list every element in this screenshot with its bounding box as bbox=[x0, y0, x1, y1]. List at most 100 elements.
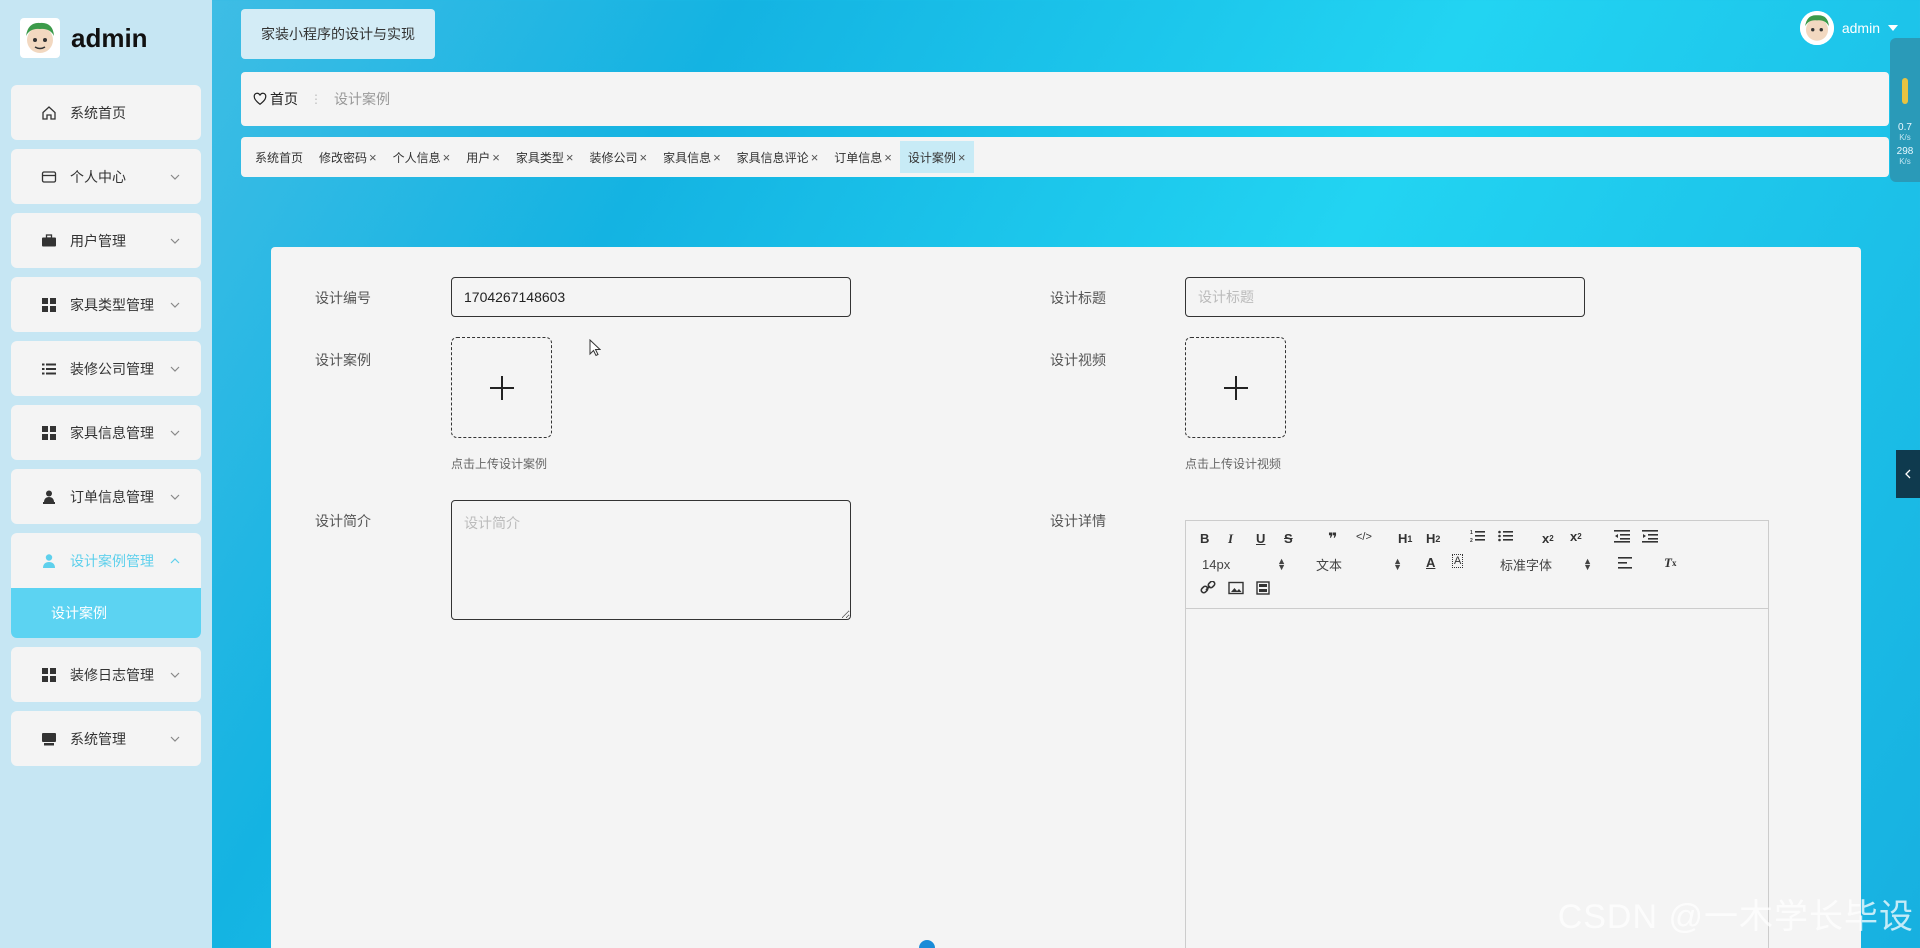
strike-button[interactable]: S bbox=[1284, 531, 1293, 546]
close-icon[interactable]: × bbox=[958, 150, 966, 165]
tag-furniture-type[interactable]: 家具类型 × bbox=[508, 141, 582, 173]
ordered-list-icon[interactable]: 12 bbox=[1470, 529, 1486, 543]
video-upload-tip: 点击上传设计视频 bbox=[1185, 457, 1282, 471]
sidebar-item-system[interactable]: 系统管理 bbox=[11, 711, 201, 766]
indent-icon[interactable] bbox=[1642, 529, 1658, 543]
sidebar-item-design-cases[interactable]: 设计案例管理 bbox=[11, 533, 201, 588]
sidebar-item-profile[interactable]: 个人中心 bbox=[11, 149, 201, 204]
h2-button[interactable]: H2 bbox=[1426, 531, 1440, 546]
sidebar-item-company[interactable]: 装修公司管理 bbox=[11, 341, 201, 396]
sidebar-item-users[interactable]: 用户管理 bbox=[11, 213, 201, 268]
italic-button[interactable]: I bbox=[1228, 531, 1233, 547]
outdent-icon[interactable] bbox=[1614, 529, 1630, 543]
link-icon[interactable] bbox=[1200, 581, 1216, 595]
editor-toolbar: B I U S ❞ </> H1 H2 12 x2 x2 14px ▲ ▼ 文本… bbox=[1186, 521, 1768, 609]
font-size-select[interactable]: 14px ▲ ▼ bbox=[1202, 555, 1286, 573]
video-upload-button[interactable] bbox=[1185, 337, 1286, 438]
tag-home[interactable]: 系统首页 bbox=[247, 141, 311, 173]
h1-button[interactable]: H1 bbox=[1398, 531, 1412, 546]
person-icon bbox=[41, 553, 57, 569]
header-select[interactable]: 文本 ▲ ▼ bbox=[1316, 555, 1402, 573]
underline-button[interactable]: U bbox=[1256, 531, 1265, 546]
sidebar-item-label: 系统首页 bbox=[70, 104, 126, 121]
sidebar-item-furniture-info[interactable]: 家具信息管理 bbox=[11, 405, 201, 460]
close-icon[interactable]: × bbox=[492, 150, 500, 165]
sidebar-item-label: 设计案例管理 bbox=[70, 552, 154, 569]
sidebar-item-orders[interactable]: 订单信息管理 bbox=[11, 469, 201, 524]
collapse-panel-button[interactable] bbox=[1896, 450, 1920, 498]
breadcrumb-home[interactable]: 首页 bbox=[253, 89, 298, 109]
breadcrumb-home-label: 首页 bbox=[270, 91, 298, 107]
sidebar-item-label: 装修日志管理 bbox=[70, 666, 154, 683]
sidebar-item-label: 家具信息管理 bbox=[70, 424, 154, 441]
sidebar-item-label: 家具类型管理 bbox=[70, 296, 154, 313]
chevron-down-icon bbox=[170, 672, 180, 678]
tag-orders[interactable]: 订单信息 × bbox=[826, 141, 900, 173]
tag-personal-info[interactable]: 个人信息 × bbox=[385, 141, 459, 173]
sidebar-menu: 系统首页 个人中心 用户管理 家具类型管理 装修公司管理 家具信息管理 订单信息… bbox=[11, 85, 201, 775]
home-icon bbox=[41, 105, 57, 121]
title-input[interactable] bbox=[1185, 277, 1585, 317]
tag-change-password[interactable]: 修改密码 × bbox=[311, 141, 385, 173]
tag-label: 用户 bbox=[466, 150, 491, 165]
sidebar-item-label: 个人中心 bbox=[70, 168, 126, 185]
close-icon[interactable]: × bbox=[369, 150, 377, 165]
user-stand-icon bbox=[41, 489, 57, 505]
close-icon[interactable]: × bbox=[713, 150, 721, 165]
grid-icon bbox=[41, 425, 57, 441]
close-icon[interactable]: × bbox=[811, 150, 819, 165]
sidebar-item-home[interactable]: 系统首页 bbox=[11, 85, 201, 140]
close-icon[interactable]: × bbox=[566, 150, 574, 165]
tag-furniture-info[interactable]: 家具信息 × bbox=[655, 141, 729, 173]
clear-format-button[interactable]: Tx bbox=[1664, 555, 1676, 571]
intro-textarea[interactable] bbox=[451, 500, 851, 620]
breadcrumb-separator: ⋮ bbox=[310, 92, 322, 106]
font-size-value: 14px bbox=[1202, 556, 1231, 572]
background-color-button[interactable]: A bbox=[1452, 554, 1464, 568]
code-icon[interactable]: </> bbox=[1356, 531, 1372, 543]
video-icon[interactable] bbox=[1256, 581, 1270, 595]
tag-label: 个人信息 bbox=[392, 150, 441, 165]
tag-user[interactable]: 用户 × bbox=[458, 141, 508, 173]
sidebar-item-furniture-type[interactable]: 家具类型管理 bbox=[11, 277, 201, 332]
tag-company[interactable]: 装修公司 × bbox=[581, 141, 655, 173]
case-upload-button[interactable] bbox=[451, 337, 552, 438]
image-icon[interactable] bbox=[1228, 581, 1244, 595]
superscript-button[interactable]: x2 bbox=[1570, 529, 1582, 544]
user-menu[interactable]: admin bbox=[1799, 11, 1898, 45]
font-family-select[interactable]: 标准字体 ▲ ▼ bbox=[1500, 555, 1592, 573]
tag-label: 设计案例 bbox=[907, 150, 956, 165]
font-color-button[interactable]: A bbox=[1426, 555, 1435, 570]
breadcrumb: 首页 ⋮ 设计案例 bbox=[241, 72, 1889, 126]
close-icon[interactable]: × bbox=[639, 150, 647, 165]
tag-label: 家具类型 bbox=[515, 150, 564, 165]
svg-text:1: 1 bbox=[1470, 530, 1473, 536]
bold-button[interactable]: B bbox=[1200, 531, 1209, 546]
bullet-list-icon[interactable] bbox=[1498, 529, 1514, 543]
align-left-icon[interactable] bbox=[1618, 556, 1634, 570]
tag-label: 订单信息 bbox=[834, 150, 883, 165]
chevron-down-icon bbox=[170, 736, 180, 742]
network-speed-widget: 0.7 K/s 298 K/s bbox=[1890, 38, 1920, 182]
chevron-down-icon bbox=[170, 238, 180, 244]
speed-bar bbox=[1902, 78, 1908, 104]
detail-label: 设计详情 bbox=[1050, 513, 1106, 529]
close-icon[interactable]: × bbox=[884, 150, 892, 165]
quote-icon[interactable]: ❞ bbox=[1328, 529, 1337, 549]
sidebar-item-logs[interactable]: 装修日志管理 bbox=[11, 647, 201, 702]
close-icon[interactable]: × bbox=[443, 150, 451, 165]
subscript-button[interactable]: x2 bbox=[1542, 531, 1554, 546]
user-name: admin bbox=[1841, 20, 1880, 36]
form-card: 设计编号 设计标题 设计案例 点击上传设计案例 设计视频 点击上传设计视频 设计… bbox=[271, 247, 1861, 948]
submenu-item-design-case[interactable]: 设计案例 bbox=[11, 588, 201, 638]
tag-design-case[interactable]: 设计案例 × bbox=[899, 141, 974, 173]
tag-furniture-comment[interactable]: 家具信息评论 × bbox=[729, 141, 827, 173]
case-upload-tip: 点击上传设计案例 bbox=[451, 457, 548, 471]
chevron-down-icon bbox=[170, 302, 180, 308]
chevron-down-icon bbox=[170, 494, 180, 500]
plus-icon bbox=[1223, 375, 1248, 400]
code-input[interactable] bbox=[451, 277, 851, 317]
select-arrows-icon: ▲ ▼ bbox=[1277, 556, 1286, 572]
video-label: 设计视频 bbox=[1050, 352, 1106, 368]
mouse-cursor-icon bbox=[589, 339, 601, 357]
